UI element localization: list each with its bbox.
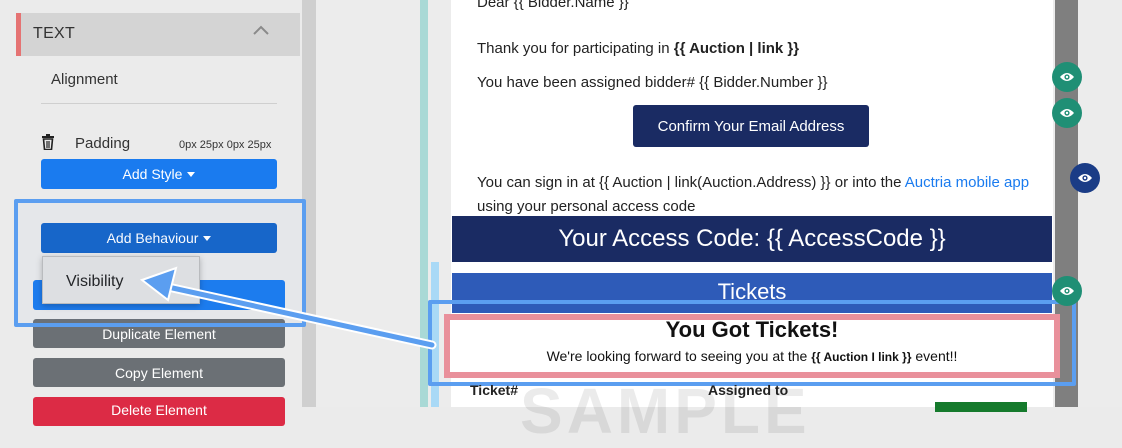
copy-element-button[interactable]: Copy Element [33, 358, 285, 387]
add-style-label: Add Style [122, 166, 183, 182]
padding-label: Padding [75, 135, 131, 152]
annotation-highlight-box [14, 199, 306, 327]
green-button[interactable] [935, 402, 1027, 412]
visibility-toggle[interactable] [1070, 163, 1100, 193]
eye-icon [1078, 174, 1092, 182]
eye-icon [1060, 109, 1074, 117]
thank-you-text[interactable]: Thank you for participating in {{ Auctio… [477, 40, 799, 57]
bidder-number-text[interactable]: You have been assigned bidder# {{ Bidder… [477, 74, 828, 91]
section-title: TEXT [33, 25, 76, 42]
chevron-up-icon[interactable] [252, 24, 270, 36]
eye-icon [1060, 73, 1074, 81]
padding-value: 0px 25px 0px 25px [179, 139, 272, 151]
delete-element-button[interactable]: Delete Element [33, 397, 285, 426]
mobile-app-link[interactable]: Auctria mobile app [905, 174, 1029, 191]
signin-suffix: using your personal access code [477, 198, 696, 215]
alignment-label: Alignment [51, 71, 118, 88]
table-header-assigned: Assigned to [708, 382, 789, 398]
visibility-toggle[interactable] [1052, 98, 1082, 128]
auction-link-token: {{ Auction | link }} [673, 40, 800, 57]
thank-prefix: Thank you for participating in [477, 40, 674, 57]
eye-icon [1060, 287, 1074, 295]
sign-in-text[interactable]: You can sign in at {{ Auction | link(Auc… [477, 171, 1037, 219]
visibility-toggle[interactable] [1052, 276, 1082, 306]
greeting-text[interactable]: Dear {{ Bidder.Name }} [477, 0, 629, 11]
trash-icon[interactable] [41, 134, 55, 150]
confirm-email-button[interactable]: Confirm Your Email Address [633, 105, 869, 147]
table-header-ticket: Ticket# [470, 382, 518, 398]
visibility-toggle[interactable] [1052, 62, 1082, 92]
container-border [420, 0, 428, 407]
caret-down-icon [187, 171, 196, 177]
add-style-button[interactable]: Add Style [41, 159, 277, 189]
signin-prefix: You can sign in at {{ Auction | link(Auc… [477, 174, 905, 191]
divider [41, 103, 277, 104]
access-code-banner[interactable]: Your Access Code: {{ AccessCode }} [452, 216, 1052, 262]
